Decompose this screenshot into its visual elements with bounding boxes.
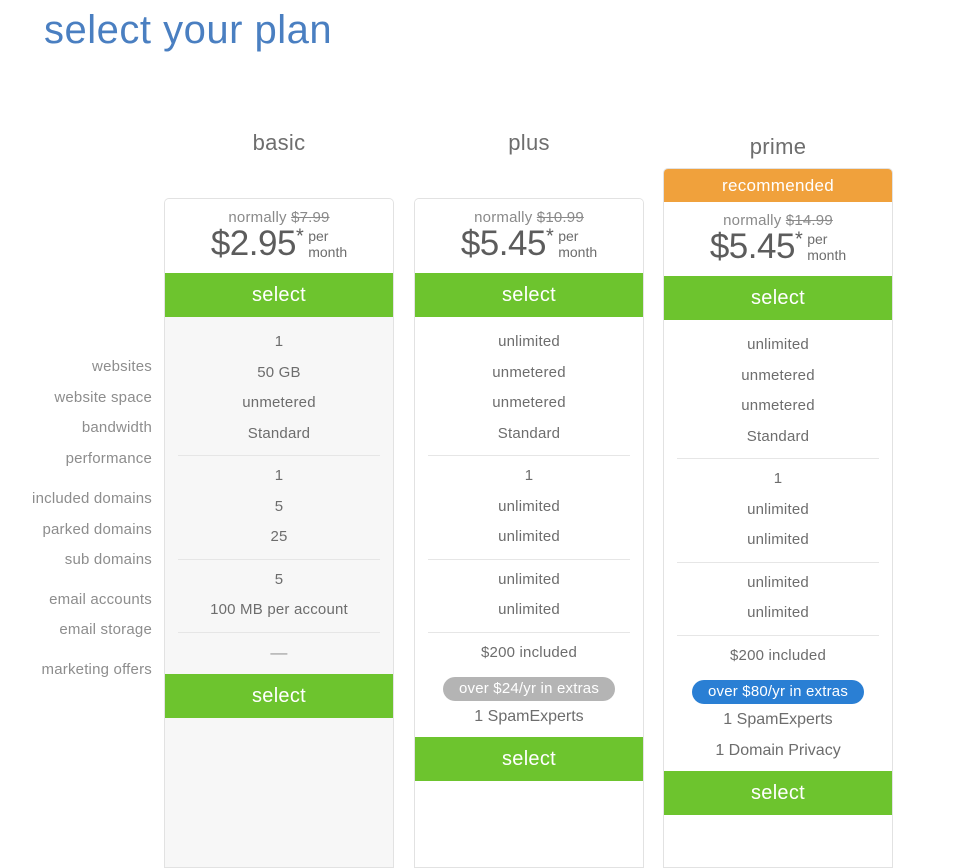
feature-value: unlimited xyxy=(498,528,560,545)
feature-value: unmetered xyxy=(741,397,815,414)
plan-title-prime: prime xyxy=(749,134,807,159)
select-button-prime-top[interactable]: select xyxy=(664,276,892,320)
feature-value: 1 xyxy=(524,467,534,484)
extras-badge-plus: over $24/yr in extras xyxy=(442,677,616,701)
current-price-basic: $2.95* xyxy=(210,224,304,263)
feature-value: $200 included xyxy=(729,646,826,664)
period-line-1: per xyxy=(308,228,329,244)
feature-value: unmetered xyxy=(741,366,815,384)
current-price-plus: $5.45* xyxy=(460,224,554,263)
feature-value: $200 included xyxy=(480,643,577,661)
price-box-basic: normally $7.99 $2.95* per month xyxy=(165,199,393,273)
page-title: select your plan xyxy=(44,8,333,52)
extra-item: 1 SpamExperts xyxy=(723,711,833,728)
feature-value: unlimited xyxy=(747,336,809,353)
feature-value: Standard xyxy=(247,424,311,442)
feature-group-prime-2: 1 unlimited unlimited xyxy=(677,458,879,562)
original-price: $7.99 xyxy=(291,209,330,226)
extras-pill-wrap-prime: over $80/yr in extras xyxy=(664,677,892,704)
price-amount: $5.45 xyxy=(460,224,547,263)
feature-group-plus-3: unlimited unlimited xyxy=(428,558,630,632)
feature-value: 1 xyxy=(274,467,284,484)
current-price-row-prime: $5.45* per month xyxy=(664,227,892,266)
select-button-plus-bottom[interactable]: select xyxy=(415,737,643,781)
recommended-badge: recommended xyxy=(664,169,892,202)
period-line-1: per xyxy=(558,228,579,244)
price-asterisk: * xyxy=(545,225,554,248)
period-line-2: month xyxy=(558,244,598,260)
feature-value: 25 xyxy=(270,528,288,545)
price-amount: $2.95 xyxy=(210,224,297,263)
feature-value: Standard xyxy=(497,424,561,442)
price-box-prime: normally $14.99 $5.45* per month xyxy=(664,202,892,276)
extras-badge-prime: over $80/yr in extras xyxy=(691,680,865,704)
feature-group-basic-4: — xyxy=(178,631,380,675)
normally-price-prime: normally $14.99 xyxy=(664,202,892,229)
feature-group-plus-4: $200 included xyxy=(428,631,630,675)
feature-group-basic-3: 5 100 MB per account xyxy=(178,558,380,632)
normally-price-basic: normally $7.99 xyxy=(165,199,393,226)
extras-pill-wrap-plus: over $24/yr in extras xyxy=(415,674,643,701)
period-line-2: month xyxy=(308,244,348,260)
feature-value: 5 xyxy=(274,497,284,515)
feature-group-plus-1: unlimited unmetered unmetered Standard xyxy=(415,317,643,455)
feature-value: unlimited xyxy=(747,573,809,591)
feature-group-prime-1: unlimited unmetered unmetered Standard xyxy=(664,320,892,458)
price-amount: $5.45 xyxy=(709,227,796,266)
plan-card-prime: recommended normally $14.99 $5.45* per m… xyxy=(663,168,893,868)
feature-group-prime-4: $200 included xyxy=(677,634,879,678)
feature-group-plus-2: 1 unlimited unlimited xyxy=(428,455,630,559)
select-button-prime-bottom[interactable]: select xyxy=(664,771,892,815)
feature-value: unmetered xyxy=(492,363,566,381)
feature-group-basic-2: 1 5 25 xyxy=(178,455,380,559)
price-asterisk: * xyxy=(794,228,803,251)
feature-value: 100 MB per account xyxy=(210,601,348,618)
current-price-row-basic: $2.95* per month xyxy=(165,224,393,263)
feature-value: unlimited xyxy=(498,570,560,588)
plan-card-plus: normally $10.99 $5.45* per month select … xyxy=(414,198,644,868)
plan-title-basic: basic xyxy=(252,130,306,155)
feature-value: unlimited xyxy=(498,601,560,618)
extra-item: 1 SpamExperts xyxy=(474,708,584,725)
price-asterisk: * xyxy=(295,225,304,248)
price-box-plus: normally $10.99 $5.45* per month xyxy=(415,199,643,273)
select-button-plus-top[interactable]: select xyxy=(415,273,643,317)
feature-value: unmetered xyxy=(492,394,566,411)
plan-card-basic: normally $7.99 $2.95* per month select 1… xyxy=(164,198,394,868)
select-button-basic-bottom[interactable]: select xyxy=(165,674,393,718)
feature-value: unlimited xyxy=(498,333,560,350)
feature-value: Standard xyxy=(746,427,810,445)
plan-title-plus: plus xyxy=(508,130,550,155)
feature-value: — xyxy=(270,642,288,662)
current-price-prime: $5.45* xyxy=(709,227,803,266)
feature-value: 50 GB xyxy=(257,363,301,381)
plan-grid: basic normally $7.99 $2.95* per month se… xyxy=(0,130,975,868)
feature-group-prime-3: unlimited unlimited xyxy=(677,561,879,635)
select-button-basic-top[interactable]: select xyxy=(165,273,393,317)
period-line-2: month xyxy=(807,247,847,263)
feature-value: 1 xyxy=(274,333,284,350)
feature-value: 1 xyxy=(773,470,783,487)
extra-item: 1 Domain Privacy xyxy=(715,742,841,759)
price-period-plus: per month xyxy=(558,228,597,260)
feature-value: unlimited xyxy=(747,500,809,518)
normally-price-plus: normally $10.99 xyxy=(415,199,643,226)
current-price-row-plus: $5.45* per month xyxy=(415,224,643,263)
feature-value: unlimited xyxy=(747,531,809,548)
feature-value: unmetered xyxy=(242,394,316,411)
price-period-prime: per month xyxy=(807,231,846,263)
feature-group-basic-1: 1 50 GB unmetered Standard xyxy=(165,317,393,455)
feature-value: 5 xyxy=(274,570,284,588)
price-period-basic: per month xyxy=(308,228,347,260)
feature-value: unlimited xyxy=(747,604,809,621)
period-line-1: per xyxy=(807,231,828,247)
feature-value: unlimited xyxy=(498,497,560,515)
